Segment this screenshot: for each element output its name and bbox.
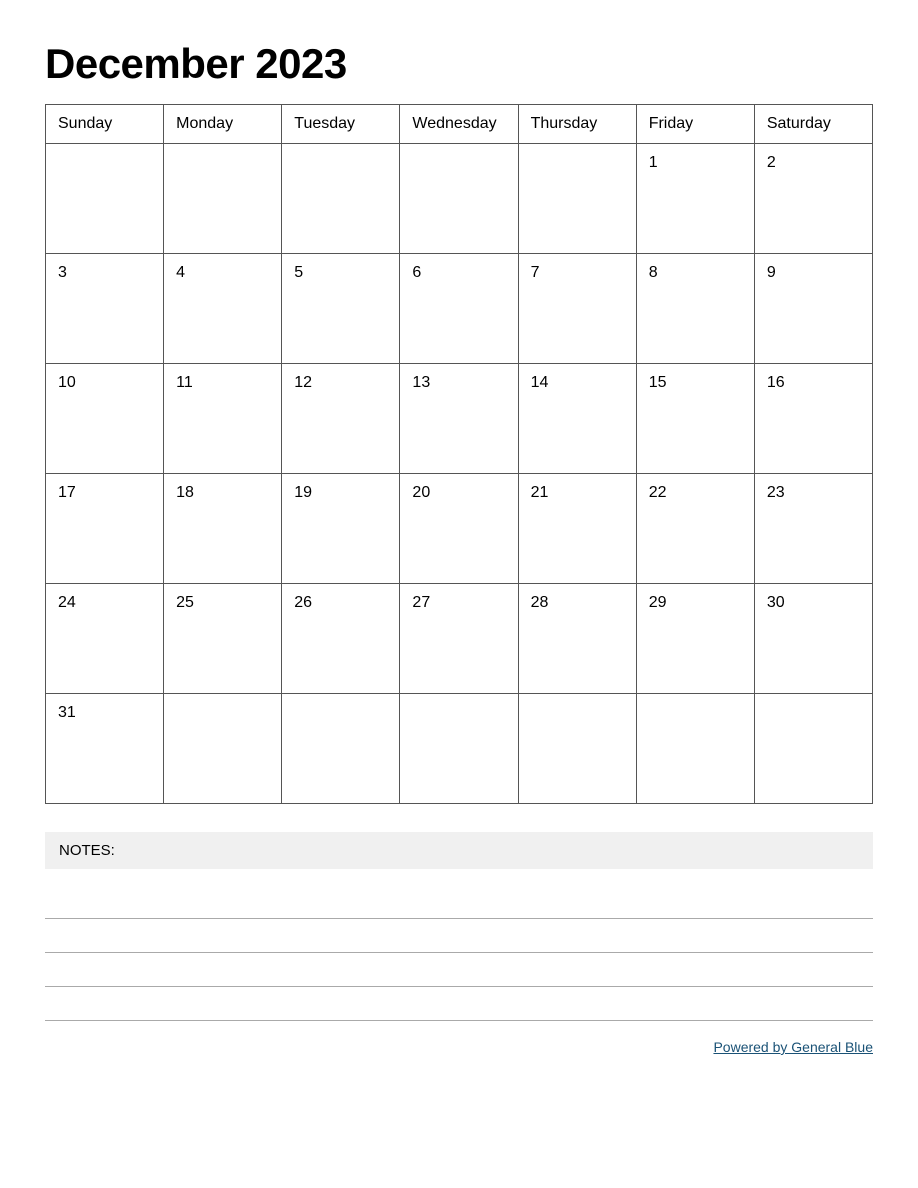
calendar-cell-w2-d6: 8: [636, 254, 754, 364]
day-number: 3: [58, 264, 67, 281]
calendar-cell-w2-d3: 5: [282, 254, 400, 364]
day-number: 15: [649, 374, 667, 391]
day-number: 2: [767, 154, 776, 171]
day-number: 31: [58, 704, 76, 721]
calendar-cell-w3-d7: 16: [754, 364, 872, 474]
notes-line-4: [45, 987, 873, 1021]
calendar-cell-w5-d4: 27: [400, 584, 518, 694]
calendar-week-4: 17 18 19 20 21 22 23: [46, 474, 873, 584]
calendar-cell-w6-d3: [282, 694, 400, 804]
calendar-cell-w1-d2: [164, 144, 282, 254]
notes-line-2: [45, 919, 873, 953]
calendar-cell-w2-d2: 4: [164, 254, 282, 364]
calendar-cell-w2-d5: 7: [518, 254, 636, 364]
calendar-cell-w3-d2: 11: [164, 364, 282, 474]
notes-section: NOTES:: [45, 832, 873, 1021]
calendar-cell-w2-d1: 3: [46, 254, 164, 364]
calendar-cell-w5-d1: 24: [46, 584, 164, 694]
day-number: 20: [412, 484, 430, 501]
header-tuesday: Tuesday: [282, 105, 400, 144]
day-number: 27: [412, 594, 430, 611]
calendar-cell-w1-d3: [282, 144, 400, 254]
day-number: 9: [767, 264, 776, 281]
calendar-week-2: 3 4 5 6 7 8 9: [46, 254, 873, 364]
page-title: December 2023: [45, 40, 873, 88]
calendar-cell-w2-d7: 9: [754, 254, 872, 364]
header-thursday: Thursday: [518, 105, 636, 144]
day-number: 10: [58, 374, 76, 391]
calendar-cell-w5-d3: 26: [282, 584, 400, 694]
day-number: 25: [176, 594, 194, 611]
calendar-cell-w6-d2: [164, 694, 282, 804]
day-number: 1: [649, 154, 658, 171]
calendar-cell-w4-d6: 22: [636, 474, 754, 584]
calendar-cell-w1-d5: [518, 144, 636, 254]
day-number: 26: [294, 594, 312, 611]
calendar-week-3: 10 11 12 13 14 15 16: [46, 364, 873, 474]
powered-by-link[interactable]: Powered by General Blue: [713, 1039, 873, 1055]
calendar-table: SundayMondayTuesdayWednesdayThursdayFrid…: [45, 104, 873, 804]
calendar-cell-w1-d7: 2: [754, 144, 872, 254]
day-number: 22: [649, 484, 667, 501]
calendar-cell-w4-d3: 19: [282, 474, 400, 584]
header-monday: Monday: [164, 105, 282, 144]
calendar-week-1: 12: [46, 144, 873, 254]
calendar-header-row: SundayMondayTuesdayWednesdayThursdayFrid…: [46, 105, 873, 144]
calendar-cell-w3-d3: 12: [282, 364, 400, 474]
calendar-cell-w1-d6: 1: [636, 144, 754, 254]
day-number: 5: [294, 264, 303, 281]
calendar-cell-w1-d4: [400, 144, 518, 254]
day-number: 8: [649, 264, 658, 281]
calendar-cell-w5-d2: 25: [164, 584, 282, 694]
calendar-cell-w3-d4: 13: [400, 364, 518, 474]
notes-label: NOTES:: [45, 832, 873, 869]
day-number: 4: [176, 264, 185, 281]
calendar-cell-w6-d7: [754, 694, 872, 804]
day-number: 24: [58, 594, 76, 611]
calendar-cell-w4-d7: 23: [754, 474, 872, 584]
calendar-cell-w6-d4: [400, 694, 518, 804]
calendar-week-5: 24 25 26 27 28 29 30: [46, 584, 873, 694]
day-number: 6: [412, 264, 421, 281]
header-friday: Friday: [636, 105, 754, 144]
calendar-cell-w5-d5: 28: [518, 584, 636, 694]
powered-by: Powered by General Blue: [45, 1039, 873, 1055]
day-number: 7: [531, 264, 540, 281]
calendar-cell-w3-d5: 14: [518, 364, 636, 474]
day-number: 13: [412, 374, 430, 391]
day-number: 23: [767, 484, 785, 501]
calendar-week-6: 31: [46, 694, 873, 804]
day-number: 30: [767, 594, 785, 611]
calendar-cell-w6-d1: 31: [46, 694, 164, 804]
calendar-cell-w2-d4: 6: [400, 254, 518, 364]
calendar-cell-w4-d2: 18: [164, 474, 282, 584]
day-number: 12: [294, 374, 312, 391]
calendar-cell-w4-d4: 20: [400, 474, 518, 584]
day-number: 14: [531, 374, 549, 391]
day-number: 28: [531, 594, 549, 611]
calendar-cell-w5-d7: 30: [754, 584, 872, 694]
calendar-cell-w6-d5: [518, 694, 636, 804]
day-number: 19: [294, 484, 312, 501]
day-number: 11: [176, 374, 193, 391]
header-wednesday: Wednesday: [400, 105, 518, 144]
calendar-cell-w4-d1: 17: [46, 474, 164, 584]
day-number: 17: [58, 484, 76, 501]
header-sunday: Sunday: [46, 105, 164, 144]
notes-lines: [45, 885, 873, 1021]
day-number: 29: [649, 594, 667, 611]
calendar-cell-w6-d6: [636, 694, 754, 804]
day-number: 16: [767, 374, 785, 391]
calendar-cell-w3-d1: 10: [46, 364, 164, 474]
calendar-cell-w4-d5: 21: [518, 474, 636, 584]
header-saturday: Saturday: [754, 105, 872, 144]
calendar-cell-w5-d6: 29: [636, 584, 754, 694]
notes-line-3: [45, 953, 873, 987]
calendar-cell-w3-d6: 15: [636, 364, 754, 474]
calendar-cell-w1-d1: [46, 144, 164, 254]
day-number: 21: [531, 484, 549, 501]
day-number: 18: [176, 484, 194, 501]
notes-line-1: [45, 885, 873, 919]
